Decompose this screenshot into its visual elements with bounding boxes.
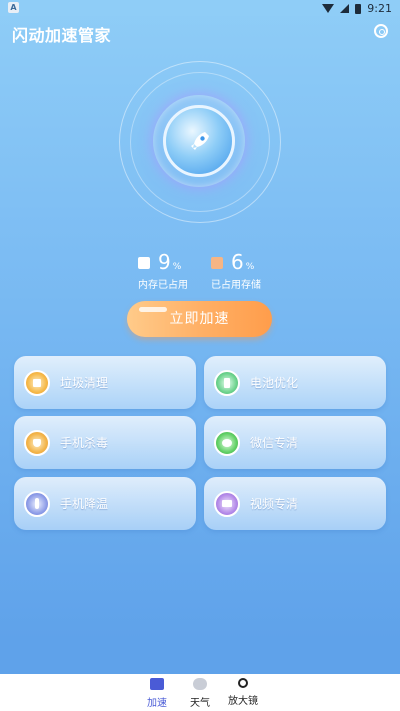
storage-indicator-icon [211,257,223,269]
memory-usage-value: 9% [158,250,182,274]
antivirus-card[interactable]: 手机杀毒 [14,416,196,469]
feature-label: 垃圾清理 [60,376,109,390]
memory-indicator-icon [138,257,150,269]
video-icon [214,491,240,517]
feature-label: 手机降温 [60,497,109,511]
tab-weather-label: 天气 [190,698,210,709]
battery-status-icon [355,3,362,14]
storage-usage-label: 已占用存储 [211,280,261,291]
memory-usage-label: 内存已占用 [138,280,188,291]
tab-magnifier[interactable]: 放大镜 [223,678,263,707]
feature-label: 手机杀毒 [60,436,109,450]
feature-label: 微信专清 [250,436,299,450]
wechat-clean-card[interactable]: 微信专清 [204,416,386,469]
tab-boost-label: 加速 [147,698,167,709]
feature-label: 电池优化 [250,376,299,390]
wifi-icon [322,4,335,13]
status-bar: A 9:21 [0,0,400,16]
status-icons: 9:21 [322,2,392,15]
feature-label: 视频专清 [250,497,299,511]
notification-badge-icon: A [8,2,19,13]
rocket-icon [191,132,209,150]
shield-icon [24,430,50,456]
status-time: 9:21 [367,2,392,15]
wechat-icon [214,430,240,456]
thermometer-icon [24,491,50,517]
boost-now-label: 立即加速 [169,311,230,327]
tab-magnifier-label: 放大镜 [228,696,258,707]
settings-gear-icon[interactable] [374,24,388,38]
button-shine [139,307,167,312]
junk-clean-card[interactable]: 垃圾清理 [14,356,196,409]
cloud-icon [193,678,207,690]
toolbox-icon [150,678,164,690]
tab-weather[interactable]: 天气 [180,678,220,709]
magnifier-icon [238,678,248,688]
battery-optimize-card[interactable]: 电池优化 [204,356,386,409]
tab-boost[interactable]: 加速 [137,678,177,709]
video-clean-card[interactable]: 视频专清 [204,477,386,530]
app-title: 闪动加速管家 [12,26,112,45]
storage-usage-value: 6% [231,250,255,274]
trash-icon [24,370,50,396]
cooling-card[interactable]: 手机降温 [14,477,196,530]
battery-icon [214,370,240,396]
signal-icon [340,4,350,13]
bottom-navigation: 加速 天气 放大镜 [0,674,400,711]
boost-now-button[interactable]: 立即加速 [127,301,272,337]
